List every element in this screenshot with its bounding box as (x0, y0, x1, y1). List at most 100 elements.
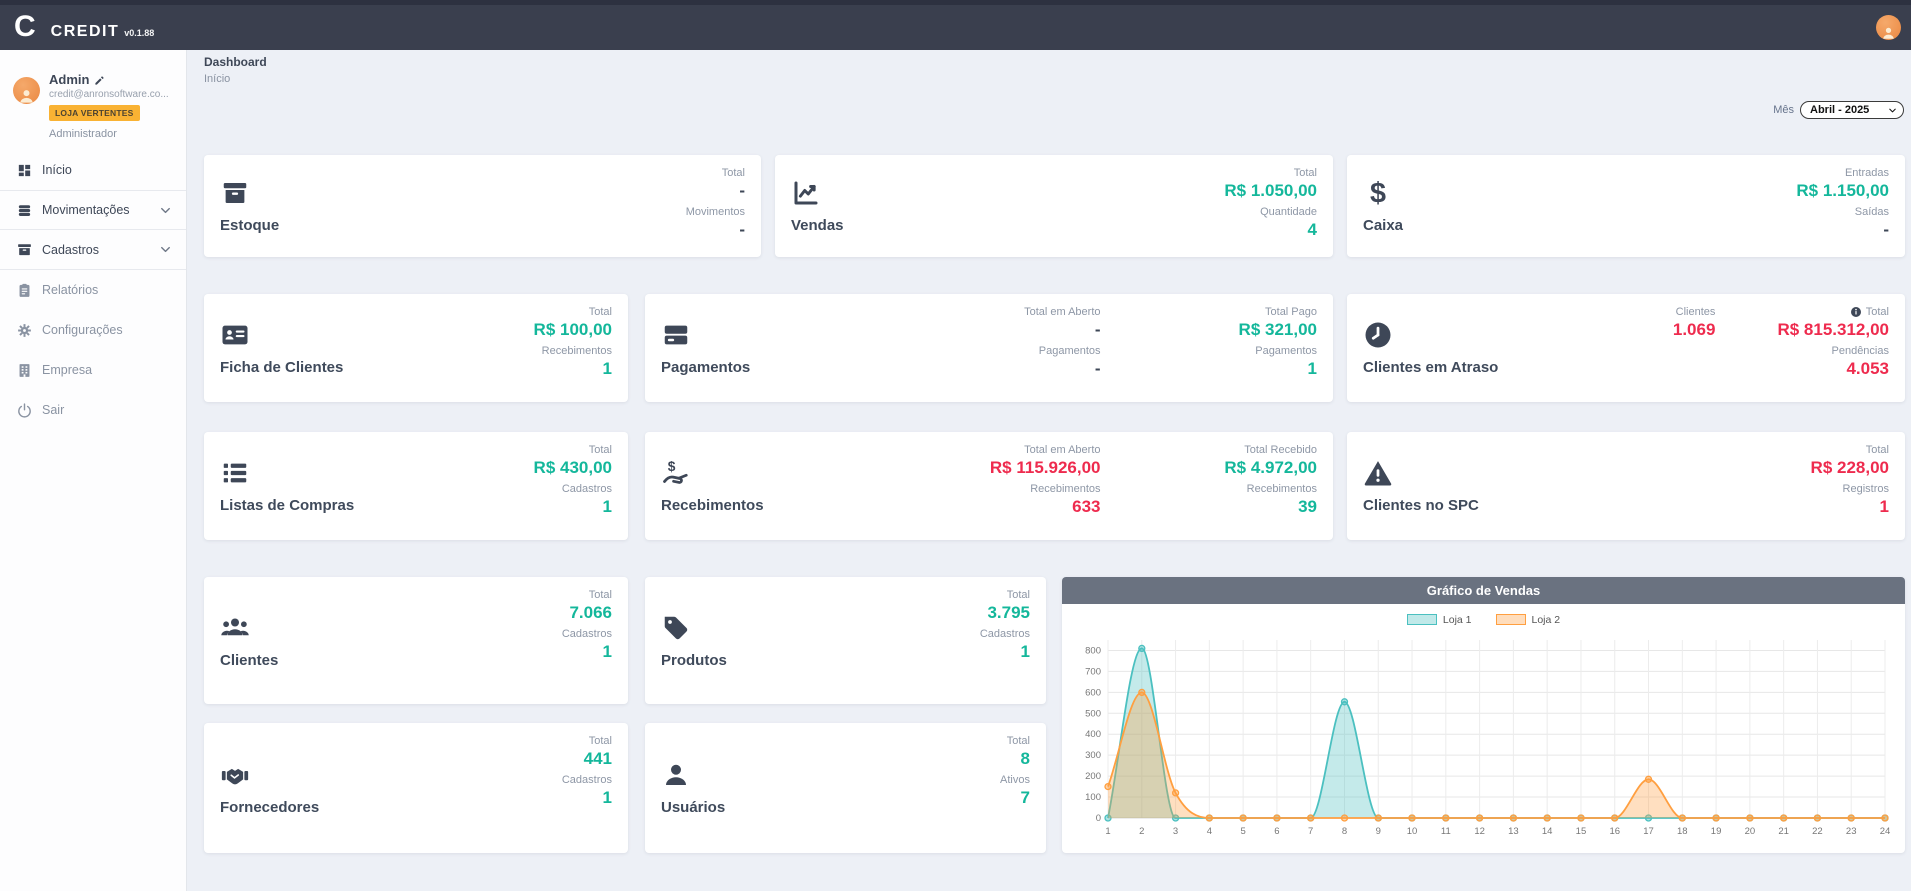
sidebar-item-label: Início (42, 163, 72, 177)
stat-label: Registros (1843, 483, 1889, 495)
chart-legend: Loja 1 Loja 2 (1072, 609, 1895, 630)
profile-email: credit@anronsoftware.co... (49, 89, 181, 100)
sidebar-item-relatorios[interactable]: Relatórios (0, 270, 186, 310)
stat-value: 633 (1072, 497, 1100, 517)
svg-text:21: 21 (1778, 826, 1789, 837)
card-title: Listas de Compras (220, 497, 354, 514)
list-icon (220, 458, 250, 488)
card-produtos: ProdutosTotal3.795Cadastros1 (645, 577, 1046, 704)
svg-text:22: 22 (1812, 826, 1823, 837)
stat-value: - (739, 181, 745, 201)
stat-label: Cadastros (562, 774, 612, 786)
stat-value: 4.053 (1846, 359, 1889, 379)
card-usuarios: UsuáriosTotal8Ativos7 (645, 723, 1046, 853)
legend-item-2[interactable]: Loja 2 (1496, 614, 1561, 626)
stat-label: Total Recebido (1244, 444, 1317, 456)
stat: TotalR$ 100,00 (534, 306, 612, 340)
stat: Cadastros1 (980, 628, 1030, 662)
svg-text:6: 6 (1274, 826, 1279, 837)
stat: Cadastros 1 (562, 483, 612, 517)
legend-swatch (1407, 614, 1437, 625)
svg-text:5: 5 (1240, 826, 1245, 837)
stat-label: Total (1866, 306, 1889, 318)
stat: Recebimentos39 (1247, 483, 1317, 517)
sidebar-item-inicio[interactable]: Início (0, 150, 186, 190)
stat: Cadastros1 (562, 628, 612, 662)
svg-text:200: 200 (1085, 771, 1101, 782)
stat-label: Ativos (1000, 774, 1030, 786)
credit-card-icon (661, 320, 691, 350)
stat-value: 441 (584, 749, 612, 769)
stat: Total 8 (1007, 735, 1030, 769)
stat-label: Pagamentos (1039, 345, 1101, 357)
chevron-down-icon (158, 203, 173, 218)
stat: Pagamentos- (1039, 345, 1101, 379)
stat-label: Saídas (1855, 206, 1889, 218)
stat: Recebimentos1 (542, 345, 612, 379)
card-clientes: ClientesTotal7.066Cadastros1 (204, 577, 628, 704)
top-bar: C CREDIT v0.1.88 (0, 0, 1911, 50)
profile-avatar (13, 77, 40, 104)
legend-item-1[interactable]: Loja 1 (1407, 614, 1472, 626)
sidebar-item-empresa[interactable]: Empresa (0, 350, 186, 390)
svg-text:13: 13 (1508, 826, 1519, 837)
page-title: Dashboard (204, 55, 267, 69)
stat-value: 1 (603, 497, 612, 517)
stat-label: Cadastros (562, 483, 612, 495)
stat-value: 1 (1308, 359, 1317, 379)
breadcrumb: Dashboard Início (204, 55, 267, 85)
svg-text:8: 8 (1342, 826, 1347, 837)
stat: EntradasR$ 1.150,00 (1796, 167, 1889, 201)
stat-label: Quantidade (1260, 206, 1317, 218)
svg-text:400: 400 (1085, 729, 1101, 740)
card-clientes-no-spc: Clientes no SPCTotalR$ 228,00Registros1 (1347, 432, 1905, 540)
sidebar-item-cadastros[interactable]: Cadastros (0, 230, 186, 270)
card-ficha-de-clientes: Ficha de ClientesTotalR$ 100,00Recebimen… (204, 294, 628, 402)
svg-text:3: 3 (1173, 826, 1178, 837)
svg-text:$: $ (668, 459, 676, 474)
sidebar-item-label: Movimentações (42, 203, 130, 217)
month-label: Mês (1773, 104, 1794, 116)
id-card-icon (220, 320, 250, 350)
stat-label: Total (1007, 735, 1030, 747)
month-select[interactable]: Abril - 2025 (1800, 101, 1904, 119)
svg-text:1: 1 (1105, 826, 1110, 837)
stat-value: 1 (1880, 497, 1889, 517)
stat: Pendências4.053 (1832, 345, 1890, 379)
grid-icon (16, 162, 33, 179)
person-icon (1881, 25, 1896, 40)
sales-line-chart: 0100200300400500600700800123456789101112… (1072, 630, 1895, 842)
stat-value: - (1095, 320, 1101, 340)
brand-logo: C CREDIT v0.1.88 (14, 10, 154, 44)
svg-text:17: 17 (1643, 826, 1654, 837)
sidebar-item-sair[interactable]: Sair (0, 390, 186, 430)
stat-value: 1.069 (1673, 320, 1716, 340)
card-title: Clientes no SPC (1363, 497, 1479, 514)
edit-profile-icon[interactable] (94, 74, 105, 85)
svg-text:19: 19 (1711, 826, 1722, 837)
stat: Registros 1 (1843, 483, 1889, 517)
svg-text:23: 23 (1846, 826, 1857, 837)
stat: Saídas- (1855, 206, 1889, 240)
info-icon (1850, 306, 1862, 318)
dollar-icon: $ (1363, 178, 1393, 208)
stat-label: Cadastros (562, 628, 612, 640)
card-title: Clientes (220, 652, 278, 669)
sidebar-item-configuracoes[interactable]: Configurações (0, 310, 186, 350)
users-icon (220, 613, 250, 643)
stat-value: R$ 228,00 (1811, 458, 1889, 478)
stat-value: 1 (603, 359, 612, 379)
stat-value: 8 (1021, 749, 1030, 769)
card-listas-de-compras: Listas de ComprasTotalR$ 430,00Cadastros… (204, 432, 628, 540)
card-title: Caixa (1363, 217, 1403, 234)
stat-value: R$ 1.150,00 (1796, 181, 1889, 201)
stat-value: 39 (1298, 497, 1317, 517)
legend-label: Loja 2 (1532, 614, 1561, 626)
sidebar: Admin credit@anronsoftware.co... LOJA VE… (0, 50, 187, 891)
sidebar-item-movimentacoes[interactable]: Movimentações (0, 190, 186, 230)
stat: Clientes1.069 (1673, 306, 1716, 340)
svg-text:500: 500 (1085, 708, 1101, 719)
stat: Total em Aberto- (1024, 306, 1100, 340)
sales-chart-card: Gráfico de Vendas Loja 1Loja 2 010020030… (1062, 577, 1905, 853)
user-avatar[interactable] (1876, 15, 1901, 40)
